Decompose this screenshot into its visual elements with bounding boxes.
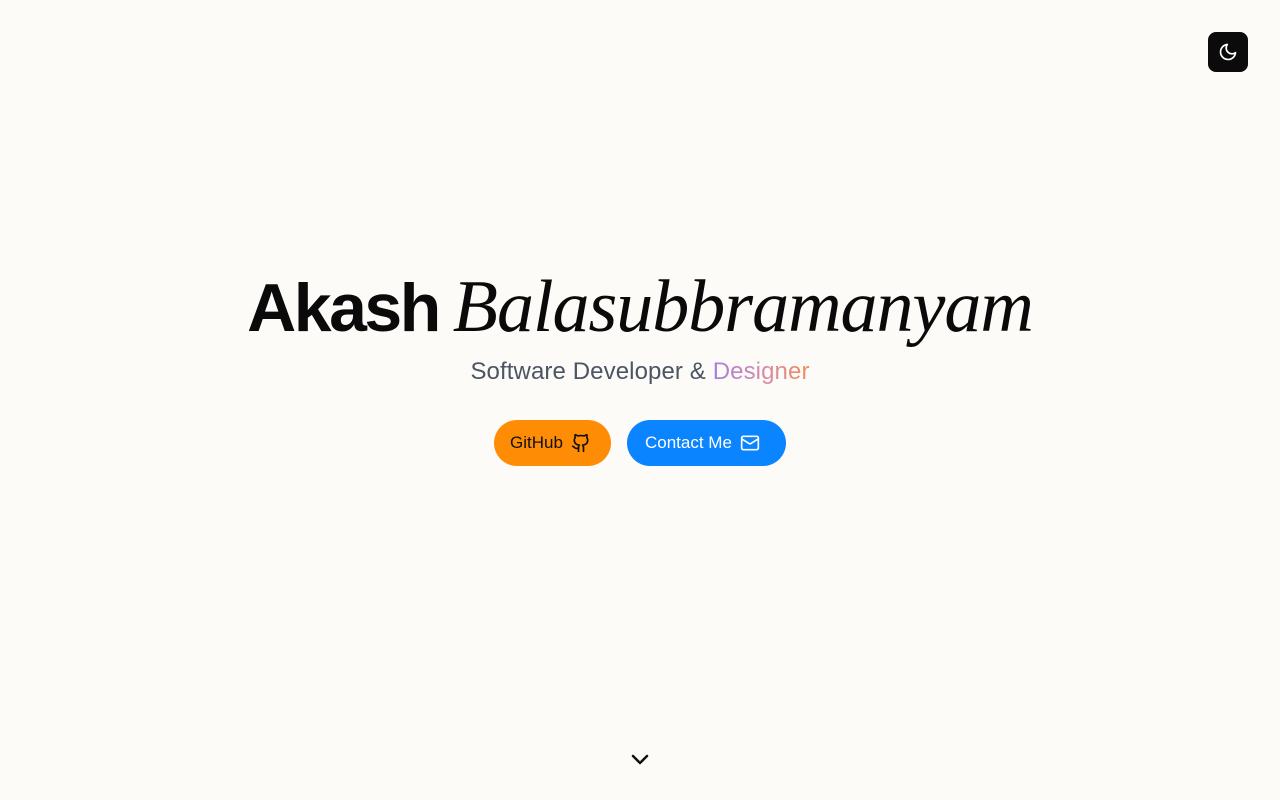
hero-section: Akash Balasubbramanyam Software Develope… xyxy=(0,270,1280,466)
hero-name: Akash Balasubbramanyam xyxy=(0,270,1280,344)
moon-icon xyxy=(1219,43,1237,61)
last-name: Balasubbramanyam xyxy=(452,266,1034,348)
theme-toggle-button[interactable] xyxy=(1208,32,1248,72)
subtitle-accent: Designer xyxy=(712,358,810,385)
chevron-down-icon xyxy=(631,754,649,765)
hero-subtitle: Software Developer & Designer xyxy=(0,358,1280,386)
contact-button-label: Contact Me xyxy=(645,433,732,452)
scroll-down-button[interactable] xyxy=(628,748,652,772)
mail-icon xyxy=(740,435,760,451)
hero-actions: GitHub Contact Me xyxy=(0,420,1280,466)
github-button-label: GitHub xyxy=(510,433,563,452)
github-icon xyxy=(571,433,589,453)
github-button[interactable]: GitHub xyxy=(494,420,611,466)
first-name: Akash xyxy=(247,270,441,346)
page: Akash Balasubbramanyam Software Develope… xyxy=(0,0,1280,800)
contact-button[interactable]: Contact Me xyxy=(627,420,786,466)
subtitle-prefix: Software Developer & xyxy=(470,358,706,385)
